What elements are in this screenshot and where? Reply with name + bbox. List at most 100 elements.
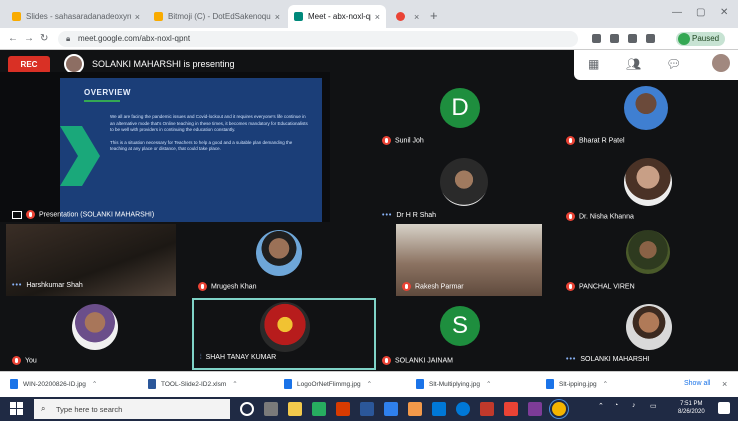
active-speaker-tile[interactable]: ⦙ SHAH TANAY KUMAR — [192, 298, 376, 370]
chevron-up-icon[interactable]: ⌃ — [603, 380, 608, 388]
close-tab-icon[interactable]: × — [135, 12, 140, 22]
download-shelf: WIN-20200826-ID.jpg ⌃ TOOL-Slide2-ID2.xls… — [0, 371, 738, 397]
browser-tab-4[interactable]: × — [390, 5, 426, 28]
tray-expand-icon[interactable]: ⌃ — [598, 402, 604, 410]
search-icon: ⌕ — [41, 404, 46, 413]
tab-title: Slides - sahasaradanadeoxyruat — [26, 12, 131, 21]
avatar — [624, 158, 672, 206]
download-item[interactable]: LogoOrNetFlimmg.jpg ⌃ — [284, 379, 372, 389]
slides-favicon-icon — [154, 12, 163, 21]
acrobat-icon[interactable] — [480, 402, 494, 416]
maximize-icon[interactable]: ▢ — [696, 7, 705, 18]
download-item[interactable]: Slt-Multiplying.jpg ⌃ — [416, 379, 491, 389]
word-icon[interactable] — [360, 402, 374, 416]
close-window-icon[interactable]: ✕ — [720, 7, 728, 18]
store-icon[interactable] — [384, 402, 398, 416]
speaking-dots-icon: ••• — [382, 212, 393, 219]
speaking-dots-icon: ••• — [566, 356, 577, 363]
taskbar-clock[interactable]: 7:51 PM 8/26/2020 — [678, 400, 705, 416]
mic-muted-icon — [26, 210, 35, 219]
participant-tile[interactable]: ••• Dr H R Shah — [376, 156, 550, 226]
close-download-shelf-icon[interactable]: × — [722, 379, 727, 389]
browser-tab-strip: Slides - sahasaradanadeoxyruat × Bitmoji… — [0, 0, 738, 28]
close-tab-icon[interactable]: × — [375, 12, 380, 22]
extensions-puzzle-icon[interactable] — [646, 34, 655, 43]
people-icon[interactable]: 👥︎ — [626, 57, 641, 71]
minimize-icon[interactable]: — — [672, 7, 682, 18]
image-file-icon — [546, 379, 554, 389]
browser-tab-1[interactable]: Slides - sahasaradanadeoxyruat × — [6, 5, 146, 28]
participant-tile[interactable]: Bharat R Patel — [560, 78, 734, 152]
profile-button[interactable]: Paused — [676, 32, 726, 46]
star-icon[interactable] — [610, 34, 619, 43]
avatar: D — [440, 88, 480, 128]
participant-name: Sunil Joh — [395, 137, 424, 145]
task-view-icon[interactable] — [264, 402, 278, 416]
file-explorer-icon[interactable] — [288, 402, 302, 416]
browser-tab-2[interactable]: Bitmoji (C) - DotEdSakenoqualr (Dup) × — [148, 5, 286, 28]
extension-icon[interactable] — [628, 34, 637, 43]
windows-taskbar: ⌕ Type here to search ⌃ ◔ ♪ ▭ 7:51 PM 8/… — [0, 397, 738, 421]
participant-tile[interactable]: ••• SOLANKI MAHARSHI — [560, 302, 734, 370]
meet-call-area: REC SOLANKI MAHARSHI is presenting ▦ 👥︎ … — [0, 50, 738, 371]
excel-icon[interactable] — [312, 402, 326, 416]
audio-wave-icon: ⦙ — [200, 354, 202, 361]
battery-icon[interactable]: ▭ — [650, 402, 657, 410]
download-item[interactable]: WIN-20200826-ID.jpg ⌃ — [10, 379, 97, 389]
reload-icon[interactable]: ↻ — [40, 33, 48, 44]
edge-icon[interactable] — [456, 402, 470, 416]
participant-name: SHAH TANAY KUMAR — [205, 354, 277, 361]
chevron-up-icon[interactable]: ⌃ — [92, 380, 97, 388]
mail-icon[interactable] — [432, 402, 446, 416]
presentation-tile[interactable]: OVERVIEW We all are facing the pandemic … — [0, 72, 330, 222]
browser-toolbar: ← → ↻ 🔒︎ meet.google.com/abx-noxl-qpnt P… — [0, 28, 738, 50]
app-icon[interactable] — [504, 402, 518, 416]
chevron-up-icon[interactable]: ⌃ — [367, 380, 372, 388]
show-all-downloads-link[interactable]: Show all — [684, 380, 710, 387]
participant-video-tile[interactable]: ••• Harshkumar Shah — [6, 224, 176, 296]
participant-tile[interactable]: S SOLANKI JAINAM — [376, 302, 550, 370]
image-file-icon — [10, 379, 18, 389]
forward-icon[interactable]: → — [24, 33, 34, 44]
slide-paragraph: We all are facing the pandemic issues an… — [110, 114, 308, 132]
avatar — [626, 230, 670, 274]
notifications-icon[interactable] — [718, 402, 730, 414]
presenter-avatar — [64, 54, 84, 74]
address-bar[interactable]: 🔒︎ meet.google.com/abx-noxl-qpnt — [58, 31, 578, 47]
avatar — [72, 304, 118, 350]
app-icon[interactable] — [528, 402, 542, 416]
participant-tile[interactable]: PANCHAL VIREN — [560, 228, 734, 296]
lock-icon: 🔒︎ — [66, 34, 71, 43]
slide-title: OVERVIEW — [84, 88, 131, 97]
download-item[interactable]: TOOL-Slide2-ID2.xlsm ⌃ — [148, 379, 238, 389]
participant-tile[interactable]: D Sunil Joh — [376, 78, 550, 152]
self-avatar[interactable] — [712, 54, 730, 72]
chrome-icon[interactable] — [552, 402, 566, 416]
back-icon[interactable]: ← — [8, 33, 18, 44]
participant-video-tile[interactable]: Rakesh Parmar — [396, 224, 542, 296]
participant-tile-self[interactable]: You — [6, 302, 180, 370]
download-item[interactable]: Slt-ipping.jpg ⌃ — [546, 379, 608, 389]
powerpoint-icon[interactable] — [336, 402, 350, 416]
participant-tile[interactable]: Mrugesh Khan — [190, 228, 364, 296]
taskbar-search-input[interactable]: ⌕ Type here to search — [34, 399, 230, 419]
clock-date: 8/26/2020 — [678, 409, 705, 415]
cortana-icon[interactable] — [240, 402, 254, 416]
camera-indicator-icon[interactable] — [592, 34, 601, 43]
chevron-up-icon[interactable]: ⌃ — [486, 380, 491, 388]
new-tab-button[interactable]: + — [430, 8, 438, 23]
browser-tab-meet[interactable]: Meet - abx-noxl-qpnt × — [288, 5, 386, 28]
photos-icon[interactable] — [408, 402, 422, 416]
participant-tile[interactable]: Dr. Nisha Khanna — [560, 156, 734, 226]
volume-icon[interactable]: ♪ — [632, 402, 636, 409]
avatar — [440, 158, 488, 206]
chevron-up-icon[interactable]: ⌃ — [232, 380, 237, 388]
grid-layout-icon[interactable]: ▦ — [588, 57, 599, 71]
network-icon[interactable]: ◔ — [614, 402, 618, 409]
chat-icon[interactable]: 💬︎ — [666, 57, 681, 71]
windows-start-icon[interactable] — [10, 402, 24, 416]
close-tab-icon[interactable]: × — [275, 12, 280, 22]
mic-muted-icon — [566, 212, 575, 221]
participant-name: Bharat R Patel — [579, 137, 625, 145]
close-tab-icon[interactable]: × — [414, 12, 419, 22]
